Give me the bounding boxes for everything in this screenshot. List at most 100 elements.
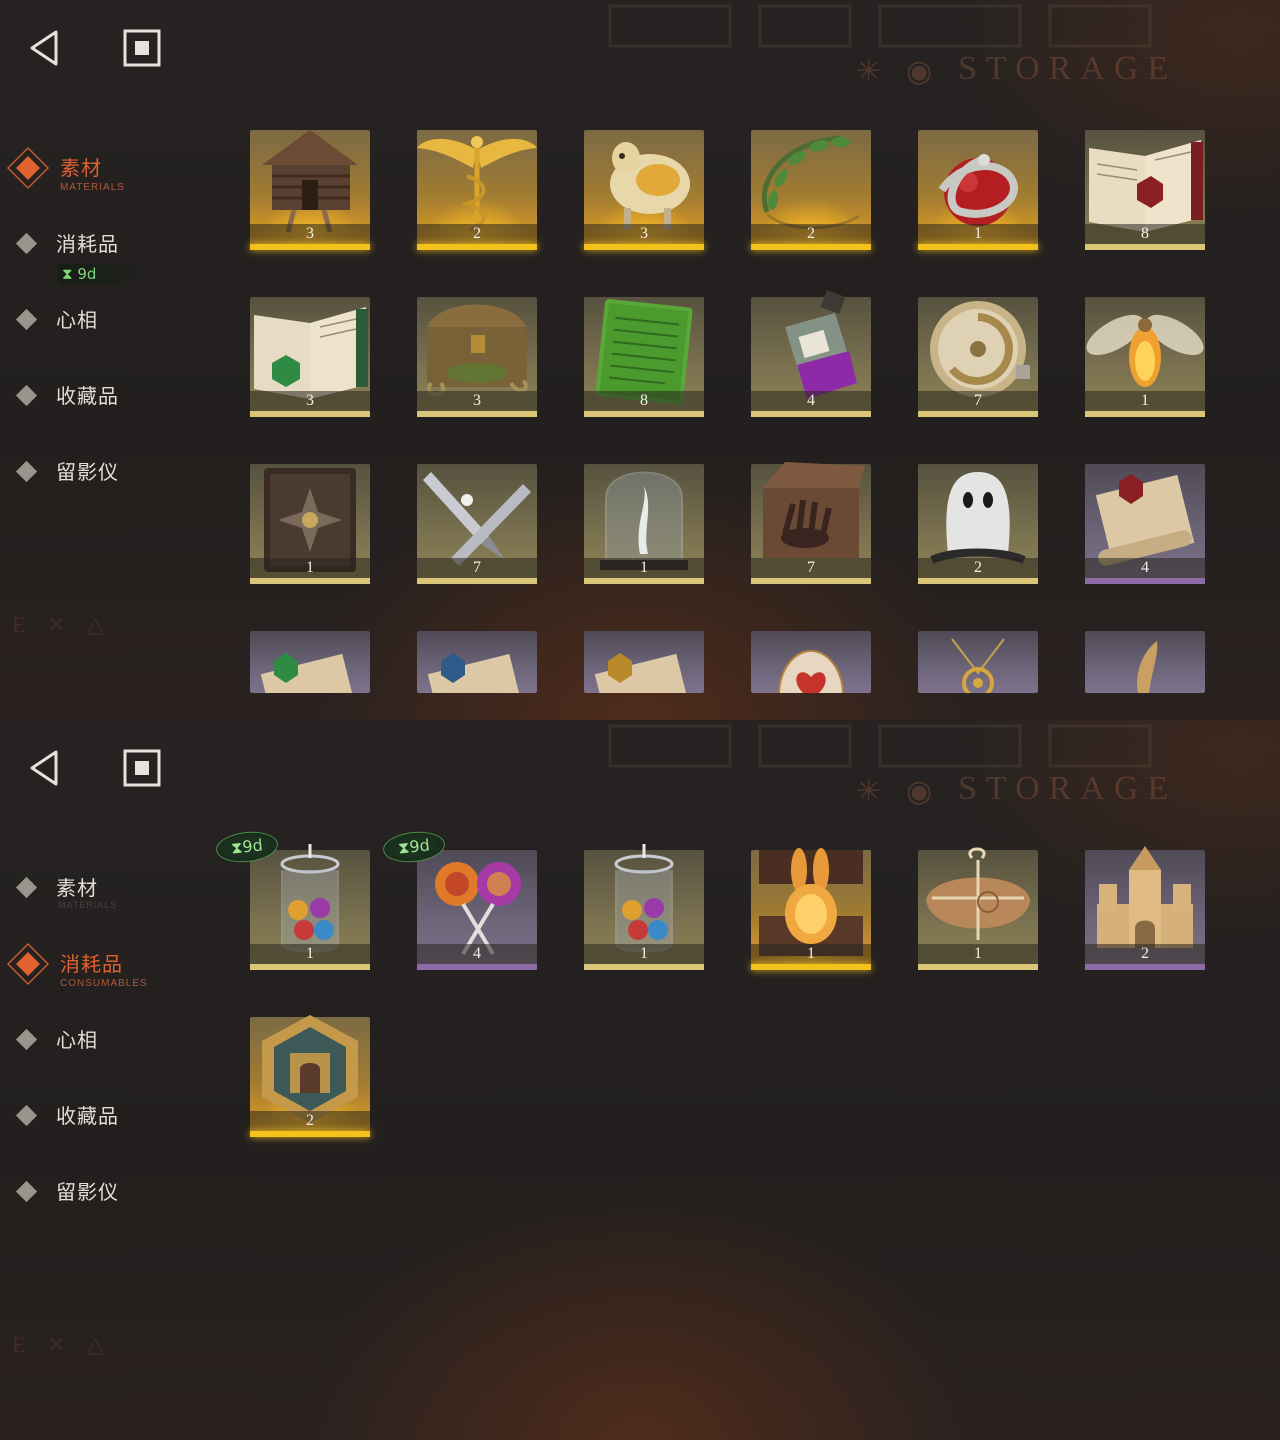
- inventory-item[interactable]: 8: [1085, 130, 1205, 250]
- category-label: 消耗品: [56, 232, 119, 256]
- category-consumables[interactable]: 消耗品 CONSUMABLES: [0, 942, 220, 1008]
- rarity-strip: [751, 578, 871, 584]
- back-button[interactable]: [22, 26, 66, 70]
- category-projector[interactable]: 留影仪: [0, 456, 220, 516]
- inventory-item[interactable]: [584, 631, 704, 693]
- diamond-icon: [15, 876, 38, 899]
- inventory-item[interactable]: 2: [1085, 846, 1205, 970]
- inventory-item[interactable]: 4: [751, 290, 871, 417]
- category-label: 心相: [56, 1028, 98, 1052]
- scroll-gold-icon: [584, 633, 704, 693]
- home-button[interactable]: [120, 26, 164, 70]
- item-count: 1: [1141, 392, 1149, 409]
- rarity-strip: [250, 964, 370, 970]
- inventory-item[interactable]: 1: [250, 464, 370, 584]
- background-glyphs: E ✕ △: [12, 1332, 112, 1357]
- diamond-icon: [15, 1104, 38, 1127]
- category-collectibles[interactable]: 收藏品: [0, 1100, 220, 1160]
- item-count: 3: [306, 225, 314, 242]
- item-count: 2: [473, 225, 481, 242]
- inventory-item[interactable]: 4: [1085, 464, 1205, 584]
- inventory-item[interactable]: 2: [918, 464, 1038, 584]
- category-label: 收藏品: [56, 1104, 119, 1128]
- item-count: 3: [306, 392, 314, 409]
- rarity-strip: [1085, 244, 1205, 250]
- inventory-item[interactable]: 2: [250, 1015, 370, 1137]
- home-square-icon: [123, 29, 161, 67]
- rarity-strip: [417, 244, 537, 250]
- category-materials[interactable]: 素材 MATERIALS: [0, 872, 220, 932]
- item-count: 2: [306, 1112, 314, 1129]
- home-square-icon: [123, 749, 161, 787]
- category-sublabel: MATERIALS: [60, 182, 125, 193]
- inventory-item[interactable]: [250, 631, 370, 693]
- category-sidebar: 素材 MATERIALS 消耗品 CONSUMABLES 心相收藏品留影仪: [0, 840, 220, 1260]
- item-count: 1: [807, 945, 815, 962]
- back-button[interactable]: [22, 746, 66, 790]
- storage-watermark: ✳ ◉ STORAGE: [850, 48, 1230, 108]
- item-count: 3: [473, 392, 481, 409]
- rarity-strip: [417, 964, 537, 970]
- inventory-item[interactable]: 3: [250, 297, 370, 417]
- inventory-item[interactable]: 1: [751, 848, 871, 970]
- category-mind[interactable]: 心相: [0, 1024, 220, 1084]
- category-mind[interactable]: 心相: [0, 304, 220, 364]
- timer-text: 9d: [77, 265, 97, 283]
- inventory-item[interactable]: 3: [250, 130, 370, 250]
- scroll-blue-icon: [417, 633, 537, 693]
- inventory-item[interactable]: 1: [918, 847, 1038, 970]
- item-count: 2: [974, 559, 982, 576]
- active-diamond-icon: [6, 942, 50, 986]
- inventory-item[interactable]: 7: [417, 464, 537, 584]
- rarity-strip: [584, 578, 704, 584]
- badge-text: 9d: [408, 835, 431, 857]
- item-count: 8: [640, 392, 648, 409]
- inventory-item[interactable]: 1 ⧗9d: [214, 828, 370, 970]
- home-button[interactable]: [120, 746, 164, 790]
- inventory-item[interactable]: 1: [584, 464, 704, 584]
- inventory-item[interactable]: 2: [417, 130, 537, 250]
- item-count: 7: [974, 392, 982, 409]
- inventory-item[interactable]: [1085, 631, 1205, 693]
- scroll-green-icon: [250, 633, 370, 693]
- item-count: 8: [1141, 225, 1149, 242]
- rarity-strip: [918, 244, 1038, 250]
- item-count: 7: [473, 559, 481, 576]
- inventory-item[interactable]: 3: [584, 130, 704, 250]
- rarity-strip: [417, 411, 537, 417]
- category-sublabel: CONSUMABLES: [60, 978, 148, 989]
- item-count: 1: [306, 945, 314, 962]
- inventory-item[interactable]: 1: [918, 130, 1038, 250]
- diamond-icon: [15, 384, 38, 407]
- back-triangle-icon: [30, 750, 58, 786]
- feather-quill-icon: [1085, 633, 1205, 693]
- background-pattern: [600, 720, 1280, 770]
- inventory-item[interactable]: 3: [417, 297, 537, 417]
- storage-watermark: ✳ ◉ STORAGE: [850, 768, 1230, 828]
- category-sidebar: 素材 MATERIALS 消耗品心相收藏品留影仪: [0, 120, 220, 540]
- diamond-icon: [15, 232, 38, 255]
- category-materials[interactable]: 素材 MATERIALS: [0, 146, 220, 212]
- inventory-item[interactable]: 7: [918, 297, 1038, 417]
- category-label: 留影仪: [56, 460, 119, 484]
- inventory-item[interactable]: 1: [584, 844, 704, 970]
- rarity-strip: [250, 578, 370, 584]
- rarity-strip: [250, 244, 370, 250]
- sun-icon: ✳: [856, 775, 891, 808]
- item-count: 1: [974, 945, 982, 962]
- inventory-item[interactable]: 4 ⧗9d: [381, 828, 537, 970]
- inventory-item[interactable]: 1: [1085, 297, 1205, 417]
- inventory-item[interactable]: 7: [751, 462, 871, 584]
- inventory-item[interactable]: [751, 631, 871, 693]
- inventory-item[interactable]: 8: [584, 297, 704, 417]
- rarity-strip: [918, 411, 1038, 417]
- category-collectibles[interactable]: 收藏品: [0, 380, 220, 440]
- category-projector[interactable]: 留影仪: [0, 1176, 220, 1236]
- inventory-item[interactable]: 2: [751, 130, 871, 250]
- item-count: 2: [1141, 945, 1149, 962]
- back-triangle-icon: [30, 30, 58, 66]
- rarity-strip: [584, 244, 704, 250]
- inventory-item[interactable]: [417, 631, 537, 693]
- storage-title: STORAGE: [958, 770, 1178, 807]
- inventory-item[interactable]: [918, 631, 1038, 693]
